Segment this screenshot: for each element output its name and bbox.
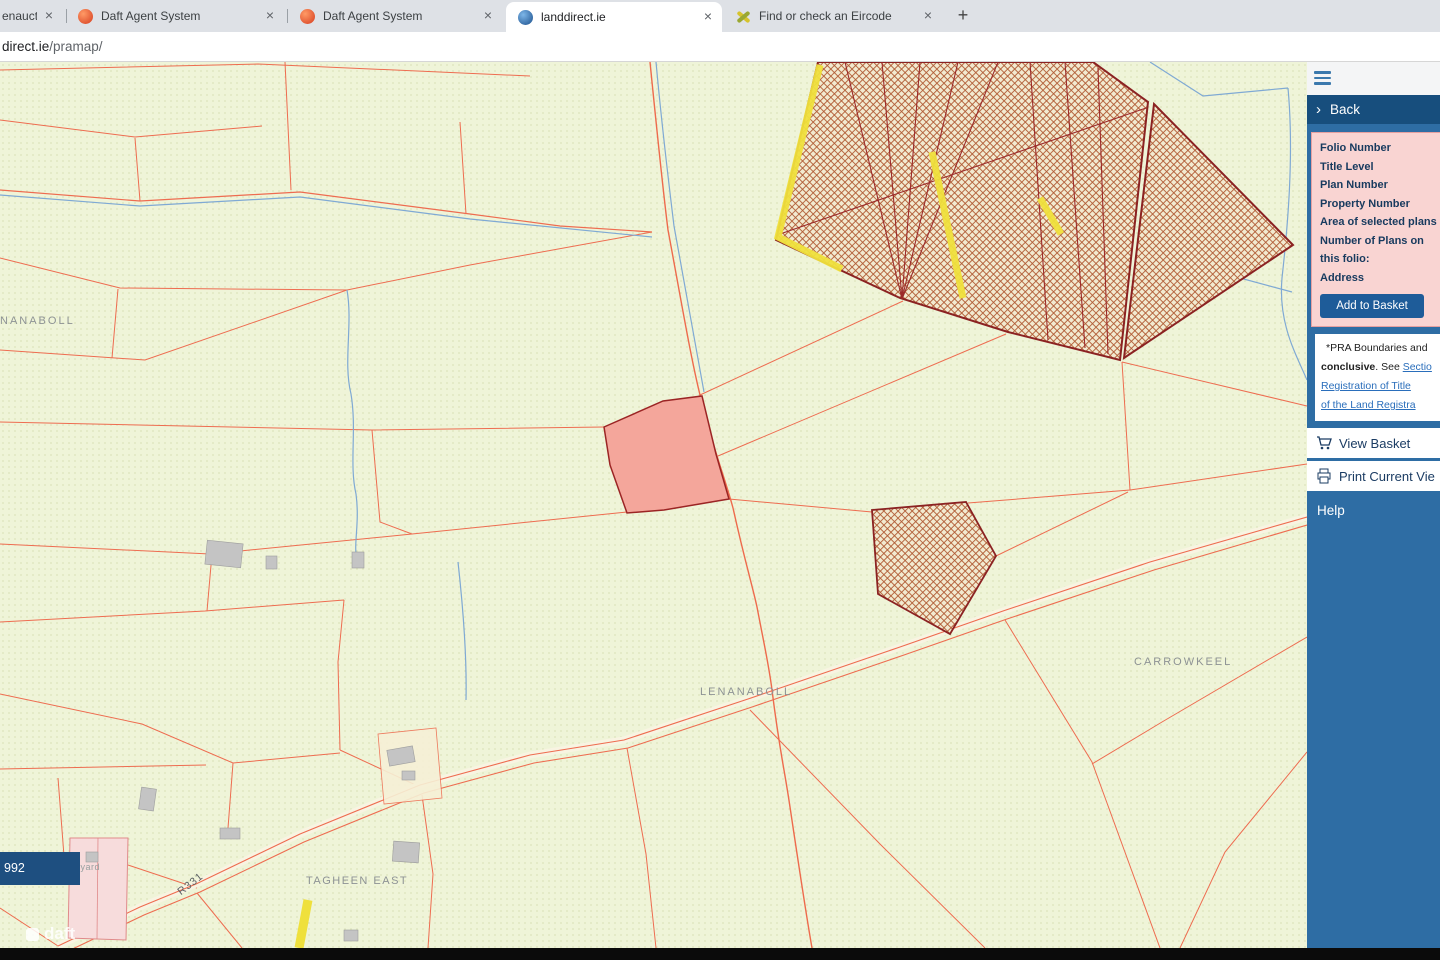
disclaimer-line-4: of the Land Registra bbox=[1321, 396, 1438, 415]
daft-watermark: daft bbox=[26, 924, 75, 944]
hatched-parcel[interactable] bbox=[872, 502, 996, 634]
close-icon[interactable]: × bbox=[41, 8, 57, 24]
printer-icon bbox=[1316, 468, 1332, 484]
back-label: Back bbox=[1330, 102, 1360, 117]
disclaimer-line-3: Registration of Title bbox=[1321, 377, 1438, 396]
registration-of-title-link[interactable]: Registration of Title bbox=[1321, 380, 1411, 392]
new-tab-button[interactable]: + bbox=[952, 5, 974, 27]
tab-separator bbox=[66, 9, 67, 23]
address-bar[interactable]: direct.ie/pramap/ bbox=[0, 32, 1440, 62]
tab-daft-agent-2[interactable]: Daft Agent System × bbox=[290, 0, 502, 32]
url-text: direct.ie/pramap/ bbox=[2, 32, 103, 62]
daft-logo-icon bbox=[26, 928, 39, 941]
townland-label-carrowkeel: CARROWKEEL bbox=[1134, 656, 1232, 668]
land-registration-rules-link[interactable]: of the Land Registra bbox=[1321, 399, 1416, 411]
disclaimer-line-2: conclusive. See Sectio bbox=[1321, 358, 1438, 377]
tab-separator bbox=[287, 9, 288, 23]
hatched-parcel-cluster[interactable] bbox=[776, 62, 1293, 360]
eircode-favicon bbox=[736, 9, 751, 24]
graveyard-parcel bbox=[68, 728, 442, 940]
disclaimer-line-1: *PRA Boundaries and bbox=[1321, 339, 1438, 358]
disclaimer-mid: . See bbox=[1375, 361, 1402, 373]
print-label: Print Current Vie bbox=[1339, 469, 1435, 484]
section-link[interactable]: Sectio bbox=[1403, 361, 1432, 373]
tab-label: Daft Agent System bbox=[101, 9, 258, 23]
add-to-basket-button[interactable]: Add to Basket bbox=[1320, 294, 1424, 318]
chevron-right-icon: › bbox=[1316, 102, 1321, 117]
landdirect-panel: › Back Folio Number Title Level Plan Num… bbox=[1307, 62, 1440, 948]
info-field-area: Area of selected plans bbox=[1320, 213, 1440, 232]
watermark-text: daft bbox=[44, 924, 75, 944]
menu-icon[interactable] bbox=[1314, 71, 1332, 88]
townland-label-nanaboll: NANABOLL bbox=[0, 315, 75, 327]
daft-favicon bbox=[300, 9, 315, 24]
view-basket-label: View Basket bbox=[1339, 436, 1410, 451]
url-domain: direct.ie bbox=[2, 39, 49, 54]
print-current-view-button[interactable]: Print Current Vie bbox=[1307, 461, 1440, 491]
tab-enauctio[interactable]: enauctio × bbox=[0, 0, 63, 32]
tab-label: Find or check an Eircode bbox=[759, 9, 916, 23]
disclaimer: *PRA Boundaries and conclusive. See Sect… bbox=[1315, 334, 1440, 421]
highlighted-road-stub bbox=[299, 900, 308, 948]
info-field-property-number: Property Number bbox=[1320, 195, 1440, 214]
browser-tab-bar: enauctio × Daft Agent System × Daft Agen… bbox=[0, 0, 1440, 32]
pra-map-viewport[interactable]: NANABOLL LENANABOLL CARROWKEEL TAGHEEN E… bbox=[0, 62, 1307, 948]
url-path: /pramap/ bbox=[49, 39, 102, 54]
info-field-plan-number: Plan Number bbox=[1320, 176, 1440, 195]
tab-label: enauctio bbox=[2, 9, 37, 23]
tab-label: landdirect.ie bbox=[541, 10, 696, 24]
tab-daft-agent-1[interactable]: Daft Agent System × bbox=[68, 0, 284, 32]
tab-label: Daft Agent System bbox=[323, 9, 476, 23]
tab-landdirect-active[interactable]: landdirect.ie × bbox=[506, 2, 722, 32]
close-icon[interactable]: × bbox=[920, 8, 936, 24]
back-button[interactable]: › Back bbox=[1307, 95, 1440, 124]
help-button[interactable]: Help bbox=[1307, 498, 1440, 524]
info-field-title-level: Title Level bbox=[1320, 158, 1440, 177]
tab-eircode[interactable]: Find or check an Eircode × bbox=[726, 0, 942, 32]
selected-parcel[interactable] bbox=[604, 396, 729, 513]
plot-info-panel: Folio Number Title Level Plan Number Pro… bbox=[1311, 132, 1440, 327]
townland-label-lenanaboll: LENANABOLL bbox=[700, 686, 792, 698]
townland-label-tagheen-east: TAGHEEN EAST bbox=[306, 875, 408, 887]
close-icon[interactable]: × bbox=[262, 8, 278, 24]
info-field-address: Address bbox=[1320, 269, 1440, 288]
panel-header bbox=[1307, 62, 1440, 95]
screen: enauctio × Daft Agent System × Daft Agen… bbox=[0, 0, 1440, 960]
info-field-folio-number: Folio Number bbox=[1320, 139, 1440, 158]
basket-icon bbox=[1316, 435, 1332, 451]
close-icon[interactable]: × bbox=[700, 9, 716, 25]
disclaimer-bold: conclusive bbox=[1321, 361, 1375, 373]
map-canvas[interactable] bbox=[0, 62, 1307, 948]
view-basket-button[interactable]: View Basket bbox=[1307, 428, 1440, 458]
close-icon[interactable]: × bbox=[480, 8, 496, 24]
info-field-plan-count: Number of Plans on this folio: bbox=[1320, 232, 1440, 269]
bottom-edge bbox=[0, 948, 1440, 960]
daft-favicon bbox=[78, 9, 93, 24]
landdirect-favicon bbox=[518, 10, 533, 25]
scale-badge: 992 bbox=[0, 852, 80, 885]
